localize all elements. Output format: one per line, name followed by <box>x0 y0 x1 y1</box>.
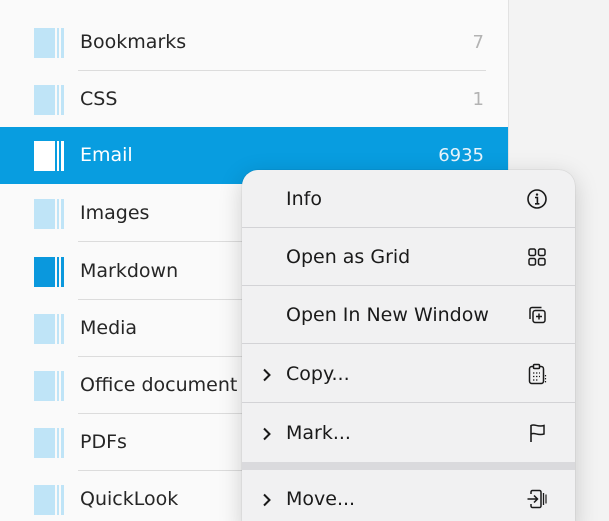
folder-icon <box>34 28 64 58</box>
menu-item-mark[interactable]: Mark... <box>242 404 575 462</box>
item-count: 1 <box>472 89 484 110</box>
grid-icon <box>525 245 549 269</box>
list-item-label: Bookmarks <box>80 31 187 53</box>
item-count: 7 <box>472 32 484 53</box>
list-item-label: Media <box>80 317 138 339</box>
menu-item-info[interactable]: Info <box>242 170 575 228</box>
folder-icon <box>34 141 64 171</box>
list-item-label: CSS <box>80 88 118 110</box>
context-menu: Info Open as Grid Open In New Window Cop… <box>242 170 575 521</box>
list-item-label: Markdown <box>80 260 179 282</box>
app-window: Bookmarks 7 CSS 1 Email 6935 Images Mark… <box>0 0 609 521</box>
menu-item-label: Copy... <box>286 363 350 385</box>
list-item-css[interactable]: CSS 1 <box>0 71 508 128</box>
menu-item-open-in-new-window[interactable]: Open In New Window <box>242 286 575 344</box>
list-item-label: Office document <box>80 374 238 396</box>
folder-icon <box>34 371 64 401</box>
menu-item-open-as-grid[interactable]: Open as Grid <box>242 228 575 286</box>
menu-item-label: Move... <box>286 488 356 510</box>
list-item-bookmarks[interactable]: Bookmarks 7 <box>0 14 508 71</box>
chevron-right-icon <box>262 367 272 382</box>
menu-item-label: Open as Grid <box>286 246 411 268</box>
list-item-label: PDFs <box>80 431 127 453</box>
folder-icon <box>34 485 64 515</box>
menu-item-label: Open In New Window <box>286 304 489 326</box>
folder-icon <box>34 428 64 458</box>
move-icon <box>525 487 549 511</box>
folder-icon <box>34 85 64 115</box>
list-item-label: Images <box>80 202 150 224</box>
new-window-icon <box>525 303 549 327</box>
list-item-label: QuickLook <box>80 488 179 510</box>
divider <box>242 402 575 403</box>
menu-section-divider <box>242 462 575 470</box>
list-item-label: Email <box>80 144 133 166</box>
flag-icon <box>525 421 549 445</box>
menu-item-copy[interactable]: Copy... <box>242 345 575 403</box>
clipboard-icon <box>525 362 549 386</box>
folder-icon <box>34 257 64 287</box>
chevron-right-icon <box>262 426 272 441</box>
menu-item-label: Mark... <box>286 422 351 444</box>
info-icon <box>525 187 549 211</box>
folder-icon <box>34 199 64 229</box>
divider <box>242 343 575 344</box>
menu-item-label: Info <box>286 188 322 210</box>
chevron-right-icon <box>262 492 272 507</box>
folder-icon <box>34 314 64 344</box>
menu-item-move[interactable]: Move... <box>242 470 575 521</box>
